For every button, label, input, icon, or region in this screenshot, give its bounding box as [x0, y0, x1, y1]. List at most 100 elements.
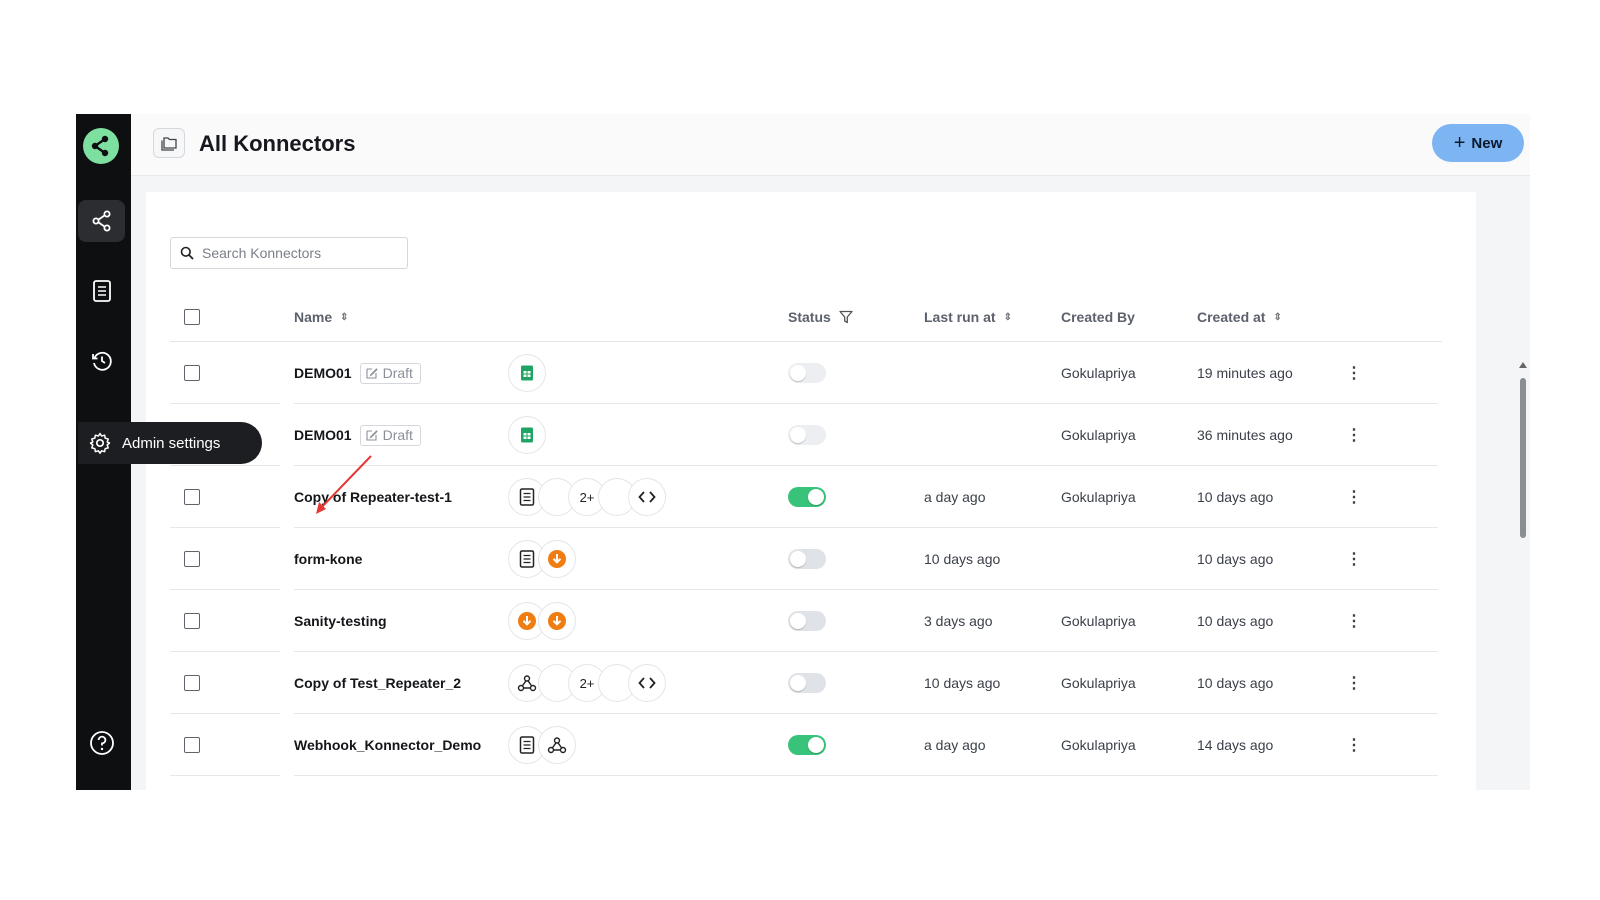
more-options-icon[interactable]: ⋮ — [1346, 425, 1362, 445]
table-row[interactable]: form-kone 10 days ago 10 days ago ⋮ — [170, 528, 1442, 590]
row-select-cell — [184, 342, 200, 404]
last-run-cell: 3 days ago — [924, 613, 993, 629]
row-checkbox[interactable] — [184, 489, 200, 505]
status-toggle[interactable] — [788, 735, 826, 755]
table-row[interactable]: Sanity-testing 3 days ago Gokulapriya 10 da… — [170, 590, 1442, 652]
status-toggle[interactable] — [788, 425, 826, 445]
sort-icon[interactable]: ⇕ — [1004, 312, 1012, 323]
new-button-label: New — [1471, 134, 1503, 152]
share-icon — [92, 210, 110, 232]
more-options-icon[interactable]: ⋮ — [1346, 611, 1362, 631]
search-input[interactable] — [202, 245, 402, 261]
status-cell — [788, 590, 826, 652]
row-checkbox[interactable] — [184, 613, 200, 629]
column-created-at[interactable]: Created at ⇕ — [1197, 292, 1282, 342]
sidebar-item-history[interactable] — [78, 340, 125, 382]
toggle-knob — [790, 427, 806, 443]
column-name[interactable]: Name ⇕ — [294, 292, 349, 342]
code-icon — [628, 478, 666, 516]
created-by-cell: Gokulapriya — [1061, 737, 1136, 753]
sort-icon[interactable]: ⇕ — [1273, 312, 1281, 323]
admin-settings-label: Admin settings — [122, 434, 221, 452]
row-actions-cell: ⋮ — [1346, 528, 1362, 590]
column-status[interactable]: Status — [788, 292, 853, 342]
search-box[interactable] — [170, 237, 408, 269]
table-row[interactable]: Copy of Test_Repeater_2 2+ 10 days ago Goku… — [170, 652, 1442, 714]
table-header: Name ⇕ Status Last run at ⇕ Created By C… — [170, 292, 1442, 342]
new-konnector-button[interactable]: + New — [1432, 124, 1524, 162]
apps-cell: 2+ — [508, 466, 666, 528]
row-checkbox[interactable] — [184, 737, 200, 753]
konnector-name-cell[interactable]: DEMO01 Draft — [294, 342, 421, 404]
toggle-knob — [790, 365, 806, 381]
column-created-by-label: Created By — [1061, 309, 1135, 325]
more-options-icon[interactable]: ⋮ — [1346, 735, 1362, 755]
draft-badge: Draft — [359, 424, 421, 446]
app-window: Admin settings All Konnectors + New G — [76, 114, 1530, 790]
row-checkbox[interactable] — [184, 551, 200, 567]
page-title: All Konnectors — [199, 131, 356, 156]
konnector-name[interactable]: Sanity-testing — [294, 613, 387, 629]
konnector-name-cell[interactable]: Sanity-testing — [294, 590, 387, 652]
table-body: DEMO01 Draft Gokulapriya 19 minutes ago ⋮ DEM… — [170, 342, 1442, 776]
konnector-name[interactable]: form-kone — [294, 551, 362, 567]
konnector-name-cell[interactable]: Webhook_Konnector_Demo — [294, 714, 481, 776]
annotation-arrow — [316, 455, 372, 514]
plus-icon: + — [1453, 132, 1466, 154]
row-select-cell — [184, 652, 200, 714]
more-options-icon[interactable]: ⋮ — [1346, 549, 1362, 569]
konnector-name[interactable]: DEMO01 — [294, 365, 352, 381]
draft-label: Draft — [382, 427, 413, 443]
column-last-run[interactable]: Last run at ⇕ — [924, 292, 1012, 342]
status-toggle[interactable] — [788, 363, 826, 383]
draft-badge: Draft — [359, 362, 421, 384]
sort-icon[interactable]: ⇕ — [340, 312, 348, 323]
table-row[interactable]: DEMO01 Draft Gokulapriya 19 minutes ago ⋮ — [170, 342, 1442, 404]
konnectors-table: Name ⇕ Status Last run at ⇕ Created By C… — [170, 292, 1442, 776]
konnector-name[interactable]: Webhook_Konnector_Demo — [294, 737, 481, 753]
status-cell — [788, 652, 826, 714]
sidebar-item-konnectors[interactable] — [78, 200, 125, 242]
gear-icon — [89, 432, 111, 454]
konnector-name[interactable]: DEMO01 — [294, 427, 352, 443]
app-logo[interactable] — [83, 128, 119, 164]
select-all-checkbox[interactable] — [184, 309, 200, 325]
status-toggle[interactable] — [788, 611, 826, 631]
created-at-cell: 10 days ago — [1197, 675, 1274, 691]
status-cell — [788, 466, 826, 528]
status-toggle[interactable] — [788, 549, 826, 569]
vertical-scrollbar[interactable] — [1518, 360, 1528, 790]
row-checkbox[interactable] — [184, 365, 200, 381]
created-by-cell: Gokulapriya — [1061, 365, 1136, 381]
select-all-cell — [184, 292, 200, 342]
history-icon — [91, 351, 112, 371]
filter-icon[interactable] — [839, 310, 853, 324]
created-at-cell: 19 minutes ago — [1197, 365, 1293, 381]
apps-cell — [508, 714, 576, 776]
created-by-cell: Gokulapriya — [1061, 613, 1136, 629]
more-options-icon[interactable]: ⋮ — [1346, 487, 1362, 507]
apps-cell — [508, 590, 576, 652]
konnector-name-cell[interactable]: Copy of Test_Repeater_2 — [294, 652, 461, 714]
toggle-knob — [790, 551, 806, 567]
more-options-icon[interactable]: ⋮ — [1346, 363, 1362, 383]
admin-settings-tooltip[interactable]: Admin settings — [78, 422, 262, 464]
table-row[interactable]: Webhook_Konnector_Demo a day ago Gokulapri… — [170, 714, 1442, 776]
created-by-cell: Gokulapriya — [1061, 675, 1136, 691]
toggle-knob — [808, 737, 824, 753]
konnector-name[interactable]: Copy of Test_Repeater_2 — [294, 675, 461, 691]
edit-icon — [366, 430, 378, 441]
status-toggle[interactable] — [788, 673, 826, 693]
apps-cell: 2+ — [508, 652, 666, 714]
folders-button[interactable] — [153, 128, 185, 158]
sidebar-item-documents[interactable] — [78, 270, 125, 312]
last-run-cell: a day ago — [924, 489, 986, 505]
more-options-icon[interactable]: ⋮ — [1346, 673, 1362, 693]
konnector-name-cell[interactable]: form-kone — [294, 528, 362, 590]
sidebar-item-help[interactable] — [78, 722, 125, 764]
created-by-cell: Gokulapriya — [1061, 427, 1136, 443]
row-checkbox[interactable] — [184, 675, 200, 691]
status-toggle[interactable] — [788, 487, 826, 507]
share-logo-icon — [91, 135, 109, 157]
column-name-label: Name — [294, 309, 333, 325]
